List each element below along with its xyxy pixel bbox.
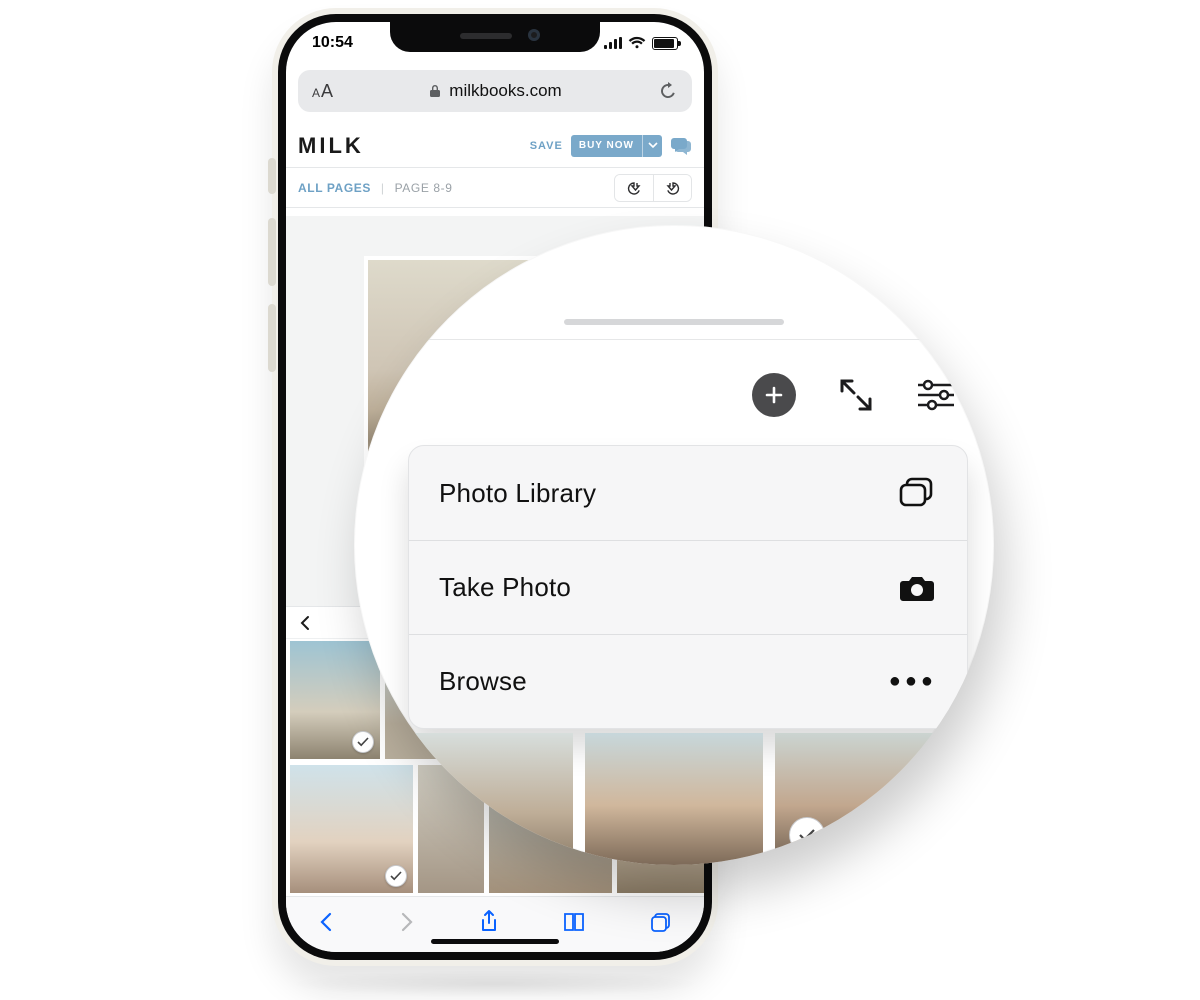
shadow-reflection bbox=[288, 970, 702, 998]
breadcrumb-all-pages[interactable]: ALL PAGES bbox=[298, 181, 371, 195]
magnifier-overlay: Photo Library Take Photo Browse ●●● bbox=[354, 225, 994, 865]
plus-icon bbox=[763, 384, 785, 406]
cellular-icon bbox=[604, 37, 622, 49]
action-browse[interactable]: Browse ●●● bbox=[409, 634, 967, 728]
redo-button[interactable] bbox=[653, 175, 691, 201]
action-photo-library[interactable]: Photo Library bbox=[409, 446, 967, 540]
lock-icon bbox=[429, 84, 441, 98]
photo-thumbnail[interactable] bbox=[394, 733, 573, 865]
more-icon: ●●● bbox=[889, 670, 937, 693]
action-take-photo[interactable]: Take Photo bbox=[409, 540, 967, 634]
check-icon bbox=[789, 817, 825, 853]
breadcrumb-current: PAGE 8-9 bbox=[395, 181, 453, 195]
undo-redo-group bbox=[614, 174, 692, 202]
chat-icon[interactable] bbox=[670, 136, 692, 156]
volume-down-button bbox=[268, 304, 276, 372]
breadcrumb: ALL PAGES | PAGE 8-9 bbox=[298, 181, 453, 195]
battery-icon bbox=[652, 37, 678, 50]
stack-icon bbox=[897, 476, 937, 510]
reader-aa-icon[interactable]: AA bbox=[312, 81, 333, 102]
add-photo-button[interactable] bbox=[752, 373, 796, 417]
safari-tabs-button[interactable] bbox=[649, 911, 673, 933]
volume-up-button bbox=[268, 218, 276, 286]
safari-share-button[interactable] bbox=[478, 909, 500, 935]
action-label: Browse bbox=[439, 666, 527, 697]
save-button[interactable]: SAVE bbox=[530, 140, 563, 152]
drawer-back-button[interactable] bbox=[294, 612, 316, 634]
site-logo[interactable]: MILK bbox=[298, 133, 364, 159]
photo-thumbnail[interactable] bbox=[775, 733, 954, 865]
safari-back-button[interactable] bbox=[317, 911, 335, 933]
buy-now-button[interactable]: BUY NOW bbox=[571, 135, 662, 157]
page-sub-header: ALL PAGES | PAGE 8-9 bbox=[286, 168, 704, 208]
action-label: Photo Library bbox=[439, 478, 596, 509]
chevron-down-icon[interactable] bbox=[642, 135, 662, 157]
photo-thumbnail[interactable] bbox=[585, 733, 764, 865]
undo-button[interactable] bbox=[615, 175, 653, 201]
magnified-thumbnail-strip bbox=[354, 733, 994, 865]
drag-handle[interactable] bbox=[564, 319, 784, 325]
expand-icon[interactable] bbox=[836, 375, 876, 415]
site-header: MILK SAVE BUY NOW bbox=[286, 124, 704, 168]
status-time: 10:54 bbox=[312, 34, 353, 52]
check-icon bbox=[385, 865, 407, 887]
mute-switch bbox=[268, 158, 276, 194]
safari-forward-button[interactable] bbox=[398, 911, 416, 933]
photo-source-action-sheet: Photo Library Take Photo Browse ●●● bbox=[408, 445, 968, 729]
sliders-icon[interactable] bbox=[916, 378, 956, 412]
home-indicator[interactable] bbox=[431, 939, 559, 944]
camera-icon bbox=[897, 573, 937, 603]
wifi-icon bbox=[628, 36, 646, 50]
notch bbox=[390, 22, 600, 52]
safari-address-bar[interactable]: AA milkbooks.com bbox=[298, 70, 692, 112]
address-domain: milkbooks.com bbox=[449, 81, 561, 101]
action-label: Take Photo bbox=[439, 572, 571, 603]
reload-icon[interactable] bbox=[658, 81, 678, 101]
safari-bookmarks-button[interactable] bbox=[562, 911, 586, 933]
